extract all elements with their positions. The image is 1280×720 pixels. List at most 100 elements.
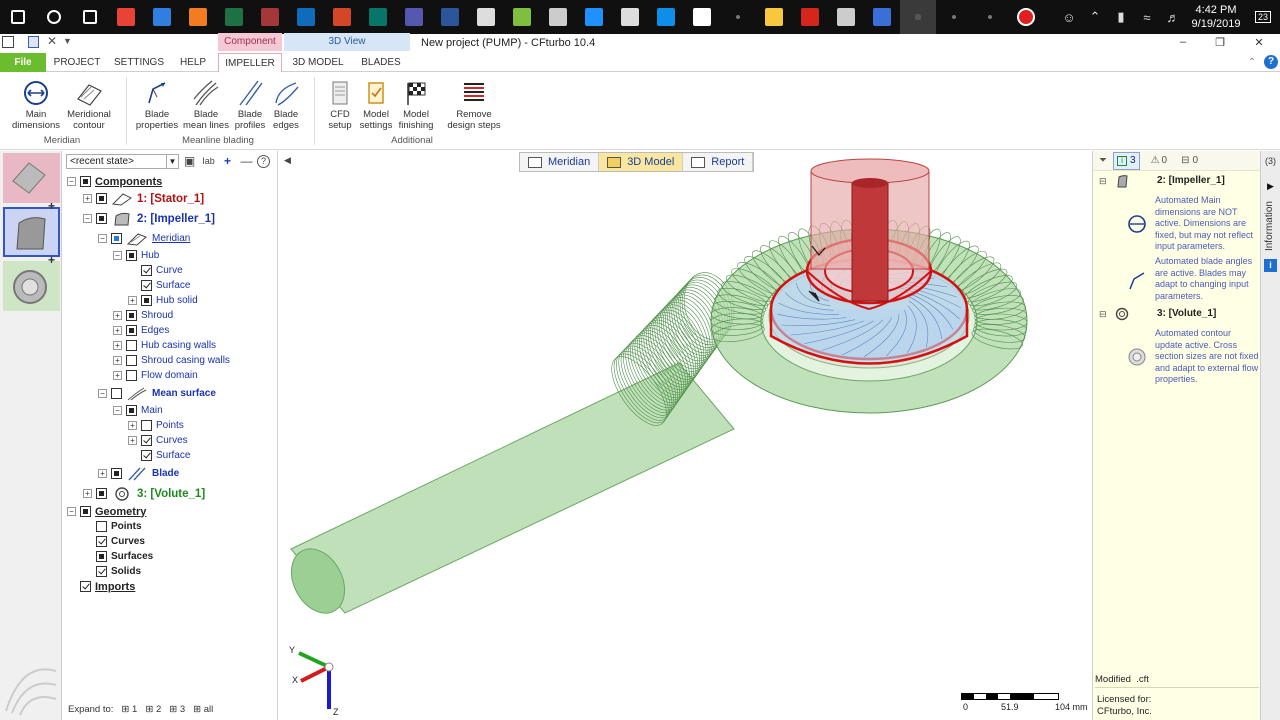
expand-icon[interactable]: + (83, 489, 92, 498)
wifi-icon[interactable]: ≈ (1134, 10, 1160, 25)
collapse-icon[interactable]: − (98, 234, 107, 243)
expand-level-1-button[interactable]: ⊞ 1 (121, 704, 137, 715)
tree-hub-casing-walls-node[interactable]: + Hub casing walls (113, 338, 216, 353)
tree-shroud-casing-walls-node[interactable]: + Shroud casing walls (113, 353, 230, 368)
collapse-icon[interactable]: − (67, 507, 76, 516)
expand-panel-icon[interactable]: ▶ (1267, 181, 1274, 192)
tree-flow-domain-node[interactable]: + Flow domain (113, 368, 198, 383)
calculator-icon[interactable] (468, 0, 504, 34)
blade-edges-button[interactable]: Blade edges (268, 77, 304, 131)
publisher-icon[interactable] (360, 0, 396, 34)
cloud-app-icon[interactable] (828, 0, 864, 34)
teams-icon[interactable] (396, 0, 432, 34)
info-filter-button[interactable]: i3 (1113, 151, 1140, 170)
information-side-tab[interactable]: (3) ▶ Information i (1260, 151, 1280, 720)
save-icon[interactable] (28, 36, 39, 48)
visibility-checkbox[interactable] (126, 405, 137, 416)
expand-icon[interactable]: + (128, 296, 137, 305)
firefox-icon[interactable] (180, 0, 216, 34)
expand-icon[interactable]: + (113, 311, 122, 320)
tree-hub-surface-node[interactable]: Surface (128, 278, 190, 293)
cfturbo-active-icon[interactable] (900, 0, 936, 34)
tree-geometry-curves-node[interactable]: Curves (83, 534, 145, 549)
expand-icon[interactable]: + (113, 356, 122, 365)
visibility-checkbox[interactable] (96, 566, 107, 577)
tree-impeller-node[interactable]: − 2: [Impeller_1] (83, 211, 215, 226)
people-icon[interactable]: ☺ (1056, 10, 1082, 25)
visibility-checkbox[interactable] (111, 388, 122, 399)
info-icon[interactable]: i (1264, 259, 1277, 272)
remove-state-icon[interactable]: — (238, 154, 255, 168)
display-icon[interactable] (612, 0, 648, 34)
tree-surface-node[interactable]: Surface (128, 448, 190, 463)
tree-blade-node[interactable]: + Blade (98, 466, 179, 481)
restore-icon[interactable]: ❐ (1213, 36, 1227, 49)
network-app-icon[interactable] (864, 0, 900, 34)
state-dropdown[interactable]: <recent state> ▼ (66, 153, 179, 169)
onedrive-icon[interactable] (576, 0, 612, 34)
tree-curves-node[interactable]: + Curves (128, 433, 188, 448)
expand-icon[interactable]: + (113, 371, 122, 380)
outlook-icon[interactable] (288, 0, 324, 34)
expand-all-button[interactable]: ⊞ all (193, 704, 213, 715)
add-state-icon[interactable]: + (219, 154, 236, 168)
3d-viewport[interactable]: ◀ Meridian 3D Model Report Y X Z 0 51.9 … (279, 151, 1091, 720)
visibility-checkbox[interactable] (126, 325, 137, 336)
tree-imports-node[interactable]: Imports (67, 579, 135, 594)
visibility-checkbox[interactable] (96, 213, 107, 224)
visibility-checkbox[interactable] (141, 435, 152, 446)
expand-icon[interactable]: + (98, 469, 107, 478)
blade-profiles-button[interactable]: Blade profiles (230, 77, 270, 131)
collapse-icon[interactable]: − (113, 251, 122, 260)
expand-level-2-button[interactable]: ⊞ 2 (145, 704, 161, 715)
model-finishing-button[interactable]: Model finishing (394, 77, 438, 131)
tree-components-node[interactable]: − Components (67, 174, 162, 189)
visibility-checkbox[interactable] (80, 581, 91, 592)
visibility-checkbox[interactable] (126, 250, 137, 261)
close-project-icon[interactable]: ✕ (47, 34, 57, 48)
visibility-checkbox[interactable] (141, 450, 152, 461)
meridional-contour-button[interactable]: Meridional contour (62, 77, 116, 131)
visibility-checkbox[interactable] (111, 468, 122, 479)
visibility-checkbox[interactable] (111, 233, 122, 244)
expand-icon[interactable]: + (83, 194, 92, 203)
close-icon[interactable]: ✕ (1252, 36, 1266, 49)
blade-properties-button[interactable]: Blade properties (132, 77, 182, 131)
blade-mean-lines-button[interactable]: Blade mean lines (180, 77, 232, 131)
record-icon[interactable] (1008, 0, 1044, 34)
notification-center-button[interactable]: 23 (1246, 0, 1280, 34)
teamviewer-icon[interactable] (648, 0, 684, 34)
tree-geometry-surfaces-node[interactable]: Surfaces (83, 549, 153, 564)
main-dimensions-button[interactable]: Main dimensions (8, 77, 64, 131)
expand-level-3-button[interactable]: ⊞ 3 (169, 704, 185, 715)
minimize-icon[interactable]: – (1176, 36, 1190, 48)
collapse-ribbon-icon[interactable]: ⌃ (1244, 53, 1260, 72)
collapse-icon[interactable]: ⊟ (1099, 176, 1107, 187)
visibility-checkbox[interactable] (141, 420, 152, 431)
visibility-checkbox[interactable] (126, 310, 137, 321)
tree-shroud-node[interactable]: + Shroud (113, 308, 173, 323)
access-icon[interactable] (252, 0, 288, 34)
app-dot-2-icon[interactable] (936, 0, 972, 34)
visibility-checkbox[interactable] (141, 280, 152, 291)
visibility-checkbox[interactable] (96, 551, 107, 562)
visibility-checkbox[interactable] (126, 340, 137, 351)
tab-project[interactable]: PROJECT (52, 53, 102, 72)
tab-file[interactable]: File (0, 53, 46, 72)
hidden-filter-button[interactable]: ⊟ 0 (1178, 152, 1201, 170)
impeller-component-tile[interactable] (3, 207, 60, 257)
windows-start-icon[interactable] (0, 0, 36, 34)
tree-geometry-points-node[interactable]: Points (83, 519, 142, 534)
tree-volute-node[interactable]: +3: [Volute_1] (83, 486, 205, 501)
chevron-up-icon[interactable]: ⌃ (1082, 9, 1108, 25)
visibility-checkbox[interactable] (141, 295, 152, 306)
tree-hub-node[interactable]: − Hub (113, 248, 159, 263)
stator-component-tile[interactable] (3, 153, 60, 203)
add-component-icon[interactable]: + (48, 199, 55, 213)
expand-icon[interactable]: + (128, 436, 137, 445)
cortana-icon[interactable] (36, 0, 72, 34)
notepad-icon[interactable] (504, 0, 540, 34)
powerpoint-icon[interactable] (324, 0, 360, 34)
app-dot-icon[interactable] (720, 0, 756, 34)
rename-state-icon[interactable]: Iab (200, 156, 217, 166)
